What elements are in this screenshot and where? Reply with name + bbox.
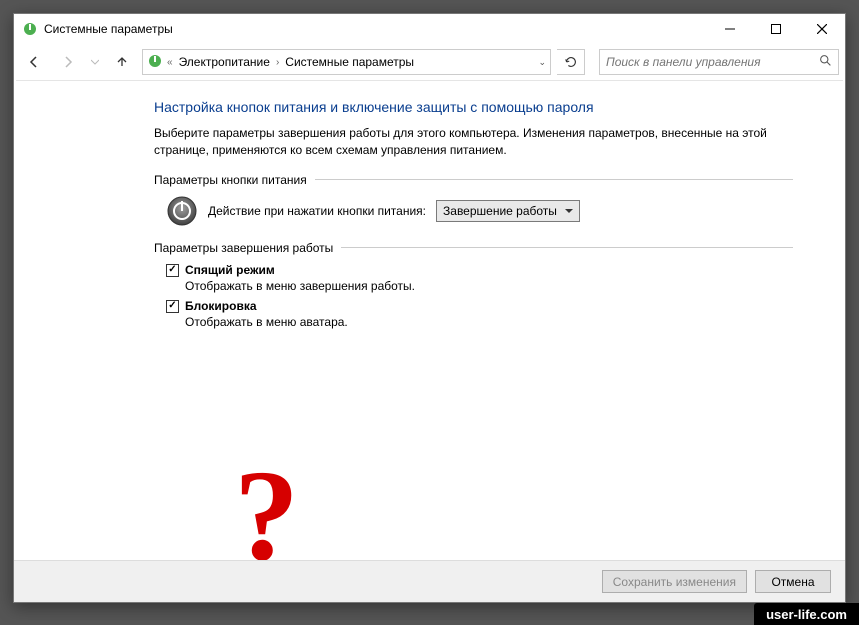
question-mark-overlay: ? [234, 451, 299, 560]
search-icon [819, 54, 832, 70]
checkbox-lock-label: Блокировка [185, 299, 257, 313]
option-sleep: Спящий режим [166, 263, 793, 277]
save-button: Сохранить изменения [602, 570, 747, 593]
cancel-button-label: Отмена [771, 575, 814, 589]
titlebar: Системные параметры [14, 14, 845, 44]
group-shutdown-label: Параметры завершения работы [154, 241, 333, 255]
group-power-button: Параметры кнопки питания [154, 173, 793, 187]
checkbox-sleep-label: Спящий режим [185, 263, 275, 277]
power-action-row: Действие при нажатии кнопки питания: Зав… [166, 195, 793, 227]
window-title: Системные параметры [44, 22, 173, 36]
footer: Сохранить изменения Отмена [14, 560, 845, 602]
maximize-button[interactable] [753, 14, 799, 44]
page-description: Выберите параметры завершения работы для… [154, 125, 774, 159]
forward-button [54, 48, 82, 76]
app-icon [22, 21, 38, 37]
minimize-button[interactable] [707, 14, 753, 44]
power-icon [166, 195, 198, 227]
up-button[interactable] [108, 48, 136, 76]
search-box[interactable] [599, 49, 839, 75]
address-dropdown-icon[interactable]: ⌄ [538, 57, 546, 68]
page-title: Настройка кнопок питания и включение защ… [154, 99, 793, 115]
cancel-button[interactable]: Отмена [755, 570, 831, 593]
watermark: user-life.com [754, 603, 859, 625]
breadcrumb-root-icon: « [167, 57, 173, 68]
save-button-label: Сохранить изменения [613, 575, 736, 589]
breadcrumb-power[interactable]: Электропитание [177, 55, 272, 69]
checkbox-sleep[interactable] [166, 264, 179, 277]
group-power-button-label: Параметры кнопки питания [154, 173, 307, 187]
control-panel-window: Системные параметры [13, 13, 846, 603]
group-shutdown: Параметры завершения работы [154, 241, 793, 255]
checkbox-lock[interactable] [166, 300, 179, 313]
refresh-button[interactable] [557, 49, 585, 75]
search-input[interactable] [606, 55, 819, 69]
content-area: Настройка кнопок питания и включение защ… [14, 81, 845, 560]
power-action-label: Действие при нажатии кнопки питания: [208, 204, 426, 218]
back-button[interactable] [20, 48, 48, 76]
history-dropdown[interactable] [88, 48, 102, 76]
address-bar[interactable]: « Электропитание › Системные параметры ⌄ [142, 49, 551, 75]
address-icon [147, 53, 163, 72]
breadcrumb-system-params[interactable]: Системные параметры [283, 55, 416, 69]
checkbox-sleep-desc: Отображать в меню завершения работы. [185, 279, 793, 293]
power-action-select[interactable]: Завершение работы [436, 200, 580, 222]
option-lock: Блокировка [166, 299, 793, 313]
power-action-selected: Завершение работы [443, 204, 557, 218]
checkbox-lock-desc: Отображать в меню аватара. [185, 315, 793, 329]
chevron-right-icon: › [276, 57, 279, 68]
navbar: « Электропитание › Системные параметры ⌄ [14, 44, 845, 80]
close-button[interactable] [799, 14, 845, 44]
